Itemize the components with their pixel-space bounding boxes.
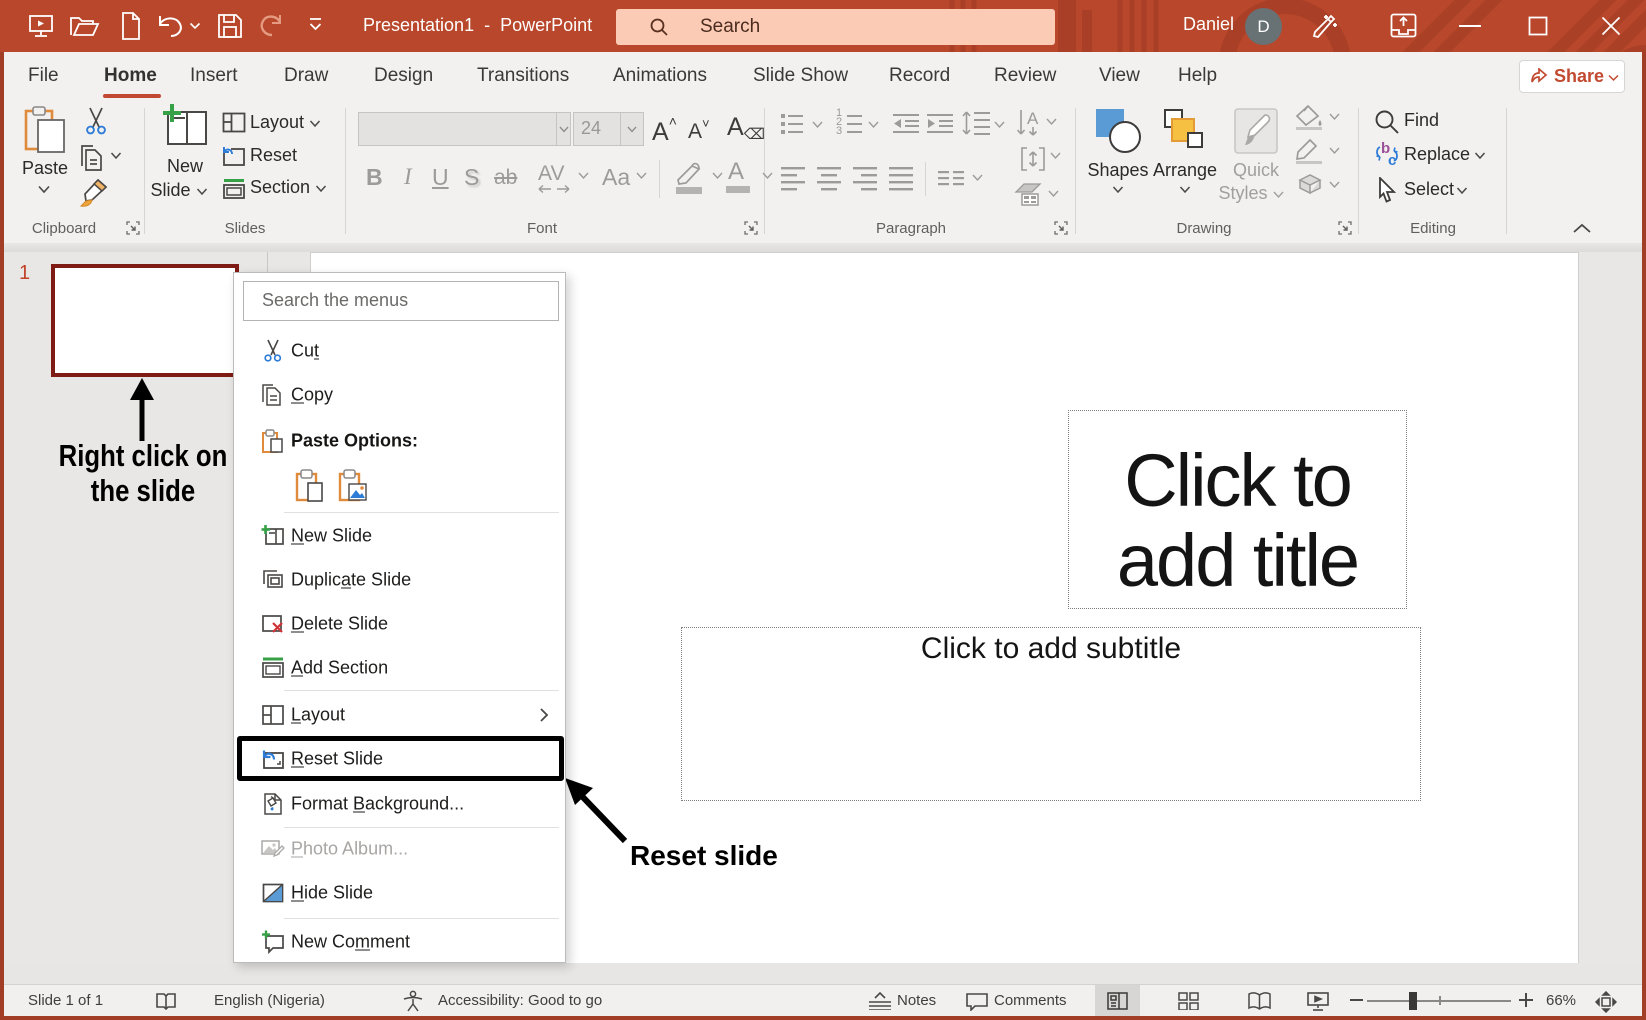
svg-text:A: A — [1027, 109, 1039, 128]
